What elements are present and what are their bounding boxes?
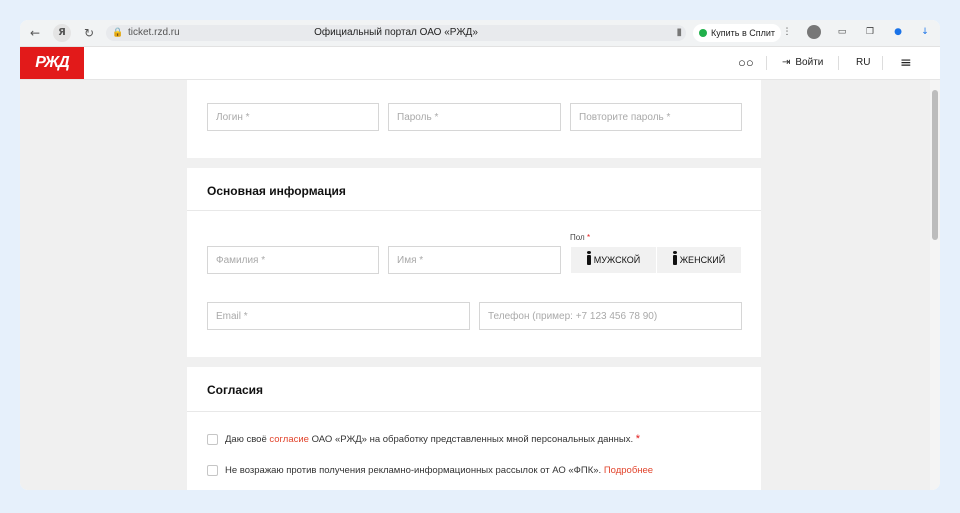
consent-text-1: Даю своё согласие ОАО «РЖД» на обработку… [225, 433, 640, 445]
split-button[interactable]: Купить в Сплит [693, 24, 782, 42]
scrollbar[interactable] [930, 80, 940, 490]
phone-field[interactable] [479, 302, 742, 330]
consent-link[interactable]: согласие [269, 434, 309, 445]
consent-row-2: Не возражаю против получения рекламно-ин… [207, 465, 653, 476]
scrollbar-thumb[interactable] [932, 90, 938, 240]
consent-text-1-suffix: ОАО «РЖД» на обработку представленных мн… [311, 434, 634, 445]
yandex-icon[interactable]: Я [53, 24, 71, 42]
section-divider [187, 411, 761, 412]
repeat-password-field[interactable] [570, 103, 742, 131]
male-button[interactable]: МУЖСКОЙ [571, 247, 656, 273]
back-arrow-icon[interactable]: ← [26, 24, 44, 42]
header-divider [882, 56, 883, 70]
bookmarks-icon[interactable]: ❐ [863, 25, 877, 39]
consent-text-1-prefix: Даю своё [225, 434, 267, 445]
female-label: ЖЕНСКИЙ [679, 255, 726, 265]
glasses-icon[interactable]: ○○ [738, 47, 754, 79]
male-label: МУЖСКОЙ [593, 255, 641, 265]
bookmark-icon[interactable]: ▮ [676, 27, 682, 39]
surname-field[interactable] [207, 246, 379, 274]
login-label: Войти [795, 57, 824, 68]
login-input[interactable] [208, 104, 378, 130]
surname-input[interactable] [208, 247, 378, 273]
name-field[interactable] [388, 246, 561, 274]
name-input[interactable] [389, 247, 560, 273]
sex-label: Пол * [570, 233, 590, 242]
browser-window: ← Я ↻ 🔒 ticket.rzd.ru Официальный портал… [20, 20, 940, 490]
extension-icon[interactable] [807, 25, 821, 39]
site-header: РЖД ○○ ⇥ Войти RU ≡ [20, 47, 940, 80]
address-bar[interactable]: 🔒 ticket.rzd.ru Официальный портал ОАО «… [106, 25, 686, 41]
password-field[interactable] [388, 103, 561, 131]
more-vertical-icon[interactable]: ⋮ [780, 25, 794, 39]
section-divider [187, 210, 761, 211]
female-button[interactable]: ЖЕНСКИЙ [657, 247, 741, 273]
split-logo-icon [699, 29, 707, 37]
tab-title: Официальный портал ОАО «РЖД» [314, 27, 478, 38]
phone-input[interactable] [480, 303, 741, 329]
consent-text-2: Не возражаю против получения рекламно-ин… [225, 465, 653, 476]
password-input[interactable] [389, 104, 560, 130]
header-divider [838, 56, 839, 70]
required-mark: * [635, 433, 641, 445]
consents-title: Согласия [207, 383, 264, 397]
login-icon: ⇥ [782, 57, 791, 68]
battery-icon[interactable]: ▭ [835, 25, 849, 39]
login-button[interactable]: ⇥ Войти [782, 47, 823, 79]
required-mark: * [586, 233, 591, 242]
header-divider [766, 56, 767, 70]
female-icon [672, 251, 677, 265]
reload-icon[interactable]: ↻ [80, 24, 98, 42]
male-icon [586, 251, 591, 265]
download-icon[interactable]: ↓ [918, 25, 932, 39]
menu-icon[interactable]: ≡ [900, 47, 912, 79]
repeat-password-input[interactable] [571, 104, 741, 130]
language-switch[interactable]: RU [856, 47, 870, 79]
split-button-label: Купить в Сплит [711, 28, 776, 38]
basic-info-card: Основная информация Пол * МУЖСКОЙ ЖЕНСКИ… [187, 168, 761, 357]
basic-info-title: Основная информация [207, 184, 346, 198]
consent-text-2-body: Не возражаю против получения рекламно-ин… [225, 465, 602, 476]
consents-card: Согласия Даю своё согласие ОАО «РЖД» на … [187, 367, 761, 490]
rzd-logo[interactable]: РЖД [20, 47, 84, 79]
more-details-link[interactable]: Подробнее [604, 465, 653, 476]
credentials-card [187, 80, 761, 158]
consent-checkbox-2[interactable] [207, 465, 218, 476]
page-body: Основная информация Пол * МУЖСКОЙ ЖЕНСКИ… [20, 80, 930, 490]
profile-check-icon[interactable]: ● [891, 25, 905, 39]
login-field[interactable] [207, 103, 379, 131]
email-input[interactable] [208, 303, 469, 329]
consent-row-1: Даю своё согласие ОАО «РЖД» на обработку… [207, 433, 640, 445]
browser-toolbar: ← Я ↻ 🔒 ticket.rzd.ru Официальный портал… [20, 20, 940, 47]
consent-checkbox-1[interactable] [207, 433, 218, 445]
sex-label-text: Пол [570, 233, 585, 242]
email-field[interactable] [207, 302, 470, 330]
